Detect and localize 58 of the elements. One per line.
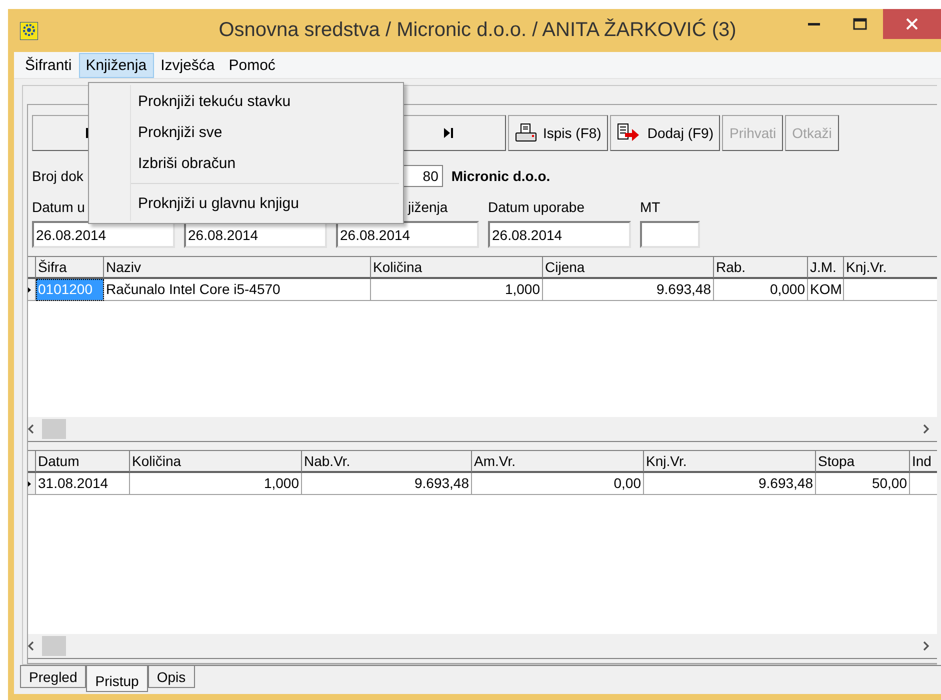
date-field[interactable]: 26.08.2014 — [488, 221, 631, 248]
table-cell: 9.693,48 — [543, 279, 714, 301]
table-cell: 9.693,48 — [644, 473, 816, 495]
table-cell: 0,000 — [714, 279, 808, 301]
document-arrow-icon — [617, 123, 642, 143]
column-header[interactable]: Stopa — [816, 451, 910, 473]
menu-item[interactable]: Šifranti — [18, 52, 79, 78]
close-icon[interactable] — [883, 9, 941, 39]
scroll-thumb[interactable] — [42, 636, 66, 656]
table-cell: 50,00 — [816, 473, 910, 495]
column-header[interactable]: Datum — [36, 451, 130, 473]
field-label: Datum uporabe — [488, 199, 585, 215]
menu-item[interactable]: Knjiženja — [78, 52, 154, 78]
print-button[interactable]: Ispis (F8) — [508, 115, 608, 151]
printer-icon — [515, 123, 537, 143]
app-icon — [20, 22, 38, 40]
field-label: jiženja — [408, 199, 448, 215]
tab[interactable]: Pregled — [20, 666, 86, 688]
menu-item[interactable]: Izvješća — [154, 52, 222, 78]
column-header[interactable]: Knj.Vr. — [644, 451, 816, 473]
tab[interactable]: Opis — [148, 666, 195, 688]
table-cell: 31.08.2014 — [36, 473, 130, 495]
date-field[interactable]: 26.08.2014 — [32, 221, 175, 248]
window-title: Osnovna sredstva / Micronic d.o.o. / ANITA ŽARKOVIĆ (3) — [218, 19, 736, 41]
horizontal-scrollbar[interactable] — [28, 634, 937, 658]
menu-item[interactable]: Proknjiži tekuću stavku — [89, 86, 403, 117]
date-field[interactable]: 26.08.2014 — [336, 221, 479, 248]
menu-item[interactable]: Pomoć — [222, 52, 282, 78]
last-record-icon — [442, 128, 452, 138]
table-cell: 1,000 — [130, 473, 302, 495]
scroll-thumb[interactable] — [42, 419, 66, 439]
menu-item[interactable]: Proknjiži sve — [89, 117, 403, 148]
column-header[interactable]: Ind — [910, 451, 937, 473]
column-header[interactable]: Količina — [371, 257, 543, 279]
table-cell: 0101200 — [36, 279, 104, 301]
company-name: Micronic d.o.o. — [451, 168, 550, 184]
table-cell: 0,00 — [472, 473, 644, 495]
horizontal-scrollbar[interactable] — [28, 417, 937, 441]
table-cell: 1,000 — [371, 279, 543, 301]
add-button[interactable]: Dodaj (F9) — [610, 115, 720, 151]
table-cell: 9.693,48 — [302, 473, 472, 495]
field-label: Datum u — [32, 199, 85, 215]
menu-item[interactable]: Proknjiži u glavnu knjigu — [89, 188, 403, 219]
column-header[interactable]: Nab.Vr. — [302, 451, 472, 473]
table-cell: Računalo Intel Core i5-4570 — [104, 279, 371, 301]
field-label: MT — [640, 199, 660, 215]
column-header[interactable]: Cijena — [543, 257, 714, 279]
tab[interactable]: Pristup — [86, 666, 148, 692]
column-header[interactable]: Knj.Vr. — [844, 257, 937, 279]
table-cell: KOM — [808, 279, 844, 301]
column-header[interactable]: Naziv — [104, 257, 371, 279]
document-number-label: Broj dok — [32, 168, 84, 184]
column-header[interactable]: Rab. — [714, 257, 808, 279]
column-header[interactable]: Am.Vr. — [472, 451, 644, 473]
column-header[interactable]: Količina — [130, 451, 302, 473]
menu-item[interactable]: Izbriši obračun — [89, 148, 403, 179]
column-header[interactable]: J.M. — [808, 257, 844, 279]
input-field[interactable] — [640, 221, 700, 248]
